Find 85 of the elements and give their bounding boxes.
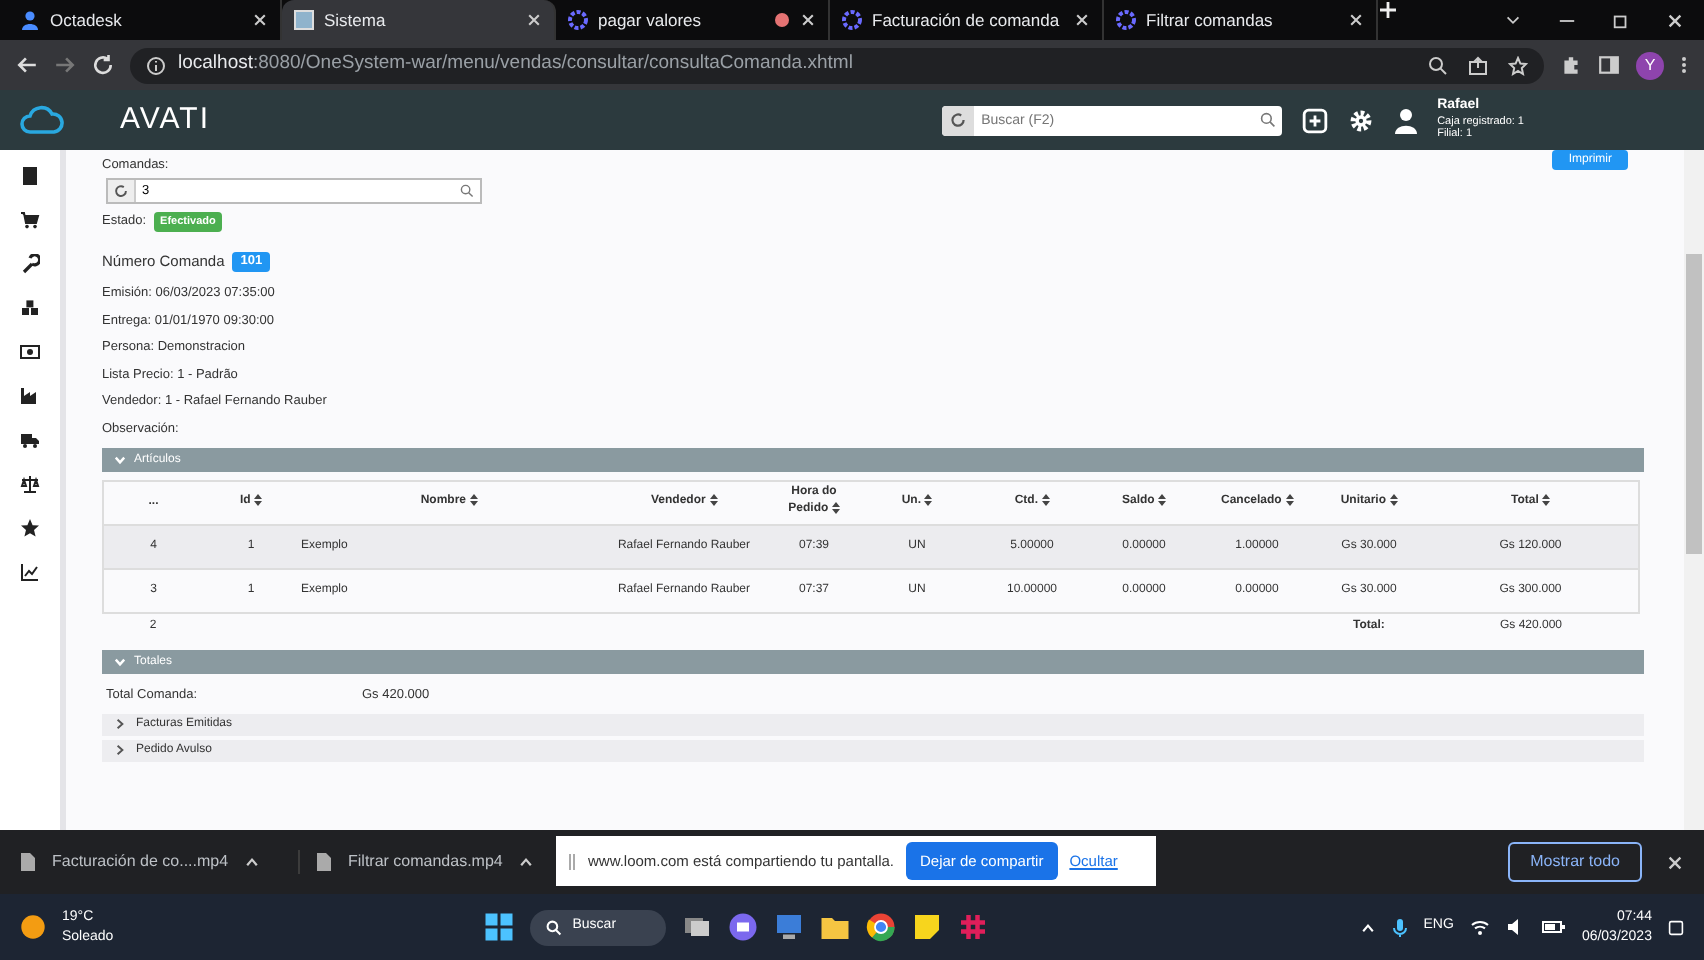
computer-icon[interactable] — [774, 912, 805, 942]
star-icon[interactable] — [20, 518, 40, 538]
chart-icon[interactable] — [20, 562, 40, 582]
url-text: localhost:8080/OneSystem-war/menu/vendas/consultar/consultaComanda.xhtml — [178, 50, 853, 79]
sort-icon[interactable] — [831, 502, 840, 515]
person-icon — [20, 10, 40, 30]
note-icon[interactable] — [912, 912, 943, 942]
back-icon[interactable] — [16, 54, 38, 76]
close-icon[interactable] — [1666, 11, 1684, 29]
download-item[interactable]: Facturación de co....mp4 — [52, 850, 229, 874]
folder-icon[interactable] — [820, 912, 851, 942]
sort-icon[interactable] — [254, 494, 262, 507]
tab-title: Facturación de comanda — [872, 7, 1062, 33]
close-icon[interactable] — [1348, 12, 1364, 28]
chat-icon[interactable] — [728, 912, 759, 942]
forward-icon[interactable] — [54, 54, 76, 76]
factory-icon[interactable] — [20, 386, 40, 406]
banknote-icon[interactable] — [20, 342, 40, 362]
page-icon — [294, 10, 314, 30]
windows-icon[interactable] — [484, 912, 515, 942]
new-tab-icon[interactable] — [1378, 0, 1398, 20]
close-icon[interactable] — [526, 12, 542, 28]
wifi-icon[interactable] — [1469, 918, 1490, 936]
settings-icon[interactable] — [1347, 107, 1374, 133]
sort-icon[interactable] — [1285, 494, 1293, 507]
maximize-icon[interactable] — [1612, 11, 1630, 29]
chevron-right-icon[interactable] — [114, 744, 126, 756]
task-view-icon[interactable] — [682, 912, 713, 942]
browser-icon[interactable] — [866, 912, 897, 942]
cloud-logo-icon — [20, 104, 64, 136]
chevron-right-icon[interactable] — [114, 718, 126, 730]
sort-icon[interactable] — [1158, 494, 1166, 507]
sort-icon[interactable] — [924, 494, 933, 507]
close-icon[interactable] — [1666, 853, 1684, 871]
file-icon — [316, 852, 332, 872]
sort-icon[interactable] — [1542, 494, 1551, 507]
show-all-button[interactable]: Mostrar todo — [1508, 842, 1642, 882]
search-icon — [460, 184, 474, 198]
close-icon[interactable] — [252, 12, 268, 28]
refresh-icon[interactable] — [949, 112, 966, 128]
tab-title: Sistema — [324, 7, 388, 33]
close-icon[interactable] — [800, 12, 816, 28]
profile-avatar[interactable]: Y — [1636, 51, 1664, 79]
refresh-icon[interactable] — [114, 184, 128, 198]
sun-icon — [20, 914, 46, 940]
truck-icon[interactable] — [20, 430, 40, 450]
cubes-icon[interactable] — [20, 298, 40, 318]
tab-title: Filtrar comandas — [1146, 7, 1275, 33]
tab-title: Octadesk — [50, 7, 124, 33]
tab-title: pagar valores — [598, 7, 704, 33]
search-icon — [1259, 112, 1276, 128]
chevron-up-icon[interactable] — [518, 854, 535, 870]
plus-square-icon[interactable] — [1301, 107, 1328, 133]
wrench-icon[interactable] — [20, 254, 40, 274]
address-bar[interactable]: localhost:8080/OneSystem-war/menu/vendas/consultar/consultaComanda.xhtml — [130, 47, 1544, 83]
close-icon[interactable] — [1074, 12, 1090, 28]
download-item[interactable]: Filtrar comandas.mp4 — [348, 850, 503, 874]
brand-name: AVATI — [120, 99, 211, 140]
notification-icon[interactable] — [1667, 919, 1684, 935]
info-icon — [146, 55, 166, 75]
sort-icon[interactable] — [709, 494, 717, 507]
cart-icon[interactable] — [20, 210, 40, 230]
zoom-icon[interactable] — [1428, 55, 1448, 75]
scrollbar-thumb[interactable] — [1686, 254, 1702, 554]
search-icon — [546, 919, 563, 935]
browser-tab[interactable]: Sistema — [282, 0, 556, 40]
share-icon[interactable] — [1468, 55, 1488, 75]
sort-icon[interactable] — [1389, 494, 1398, 507]
chevron-down-icon[interactable] — [1504, 11, 1522, 29]
sidebar-icon[interactable] — [1598, 54, 1620, 76]
scale-icon[interactable] — [20, 474, 40, 494]
sort-icon[interactable] — [469, 494, 478, 507]
user-icon[interactable] — [1393, 107, 1418, 133]
file-icon — [20, 852, 36, 872]
puzzle-icon[interactable] — [1560, 54, 1582, 76]
drag-handle-icon — [568, 851, 576, 871]
hash-icon[interactable] — [958, 912, 989, 942]
sort-icon[interactable] — [1041, 494, 1050, 507]
microphone-icon[interactable] — [1391, 917, 1408, 937]
battery-icon[interactable] — [1541, 918, 1566, 936]
star-icon[interactable] — [1508, 55, 1528, 75]
kebab-menu-icon[interactable] — [1680, 54, 1688, 76]
chevron-up-icon[interactable] — [1359, 919, 1376, 935]
reload-icon[interactable] — [92, 54, 114, 76]
chevron-up-icon[interactable] — [244, 854, 261, 870]
